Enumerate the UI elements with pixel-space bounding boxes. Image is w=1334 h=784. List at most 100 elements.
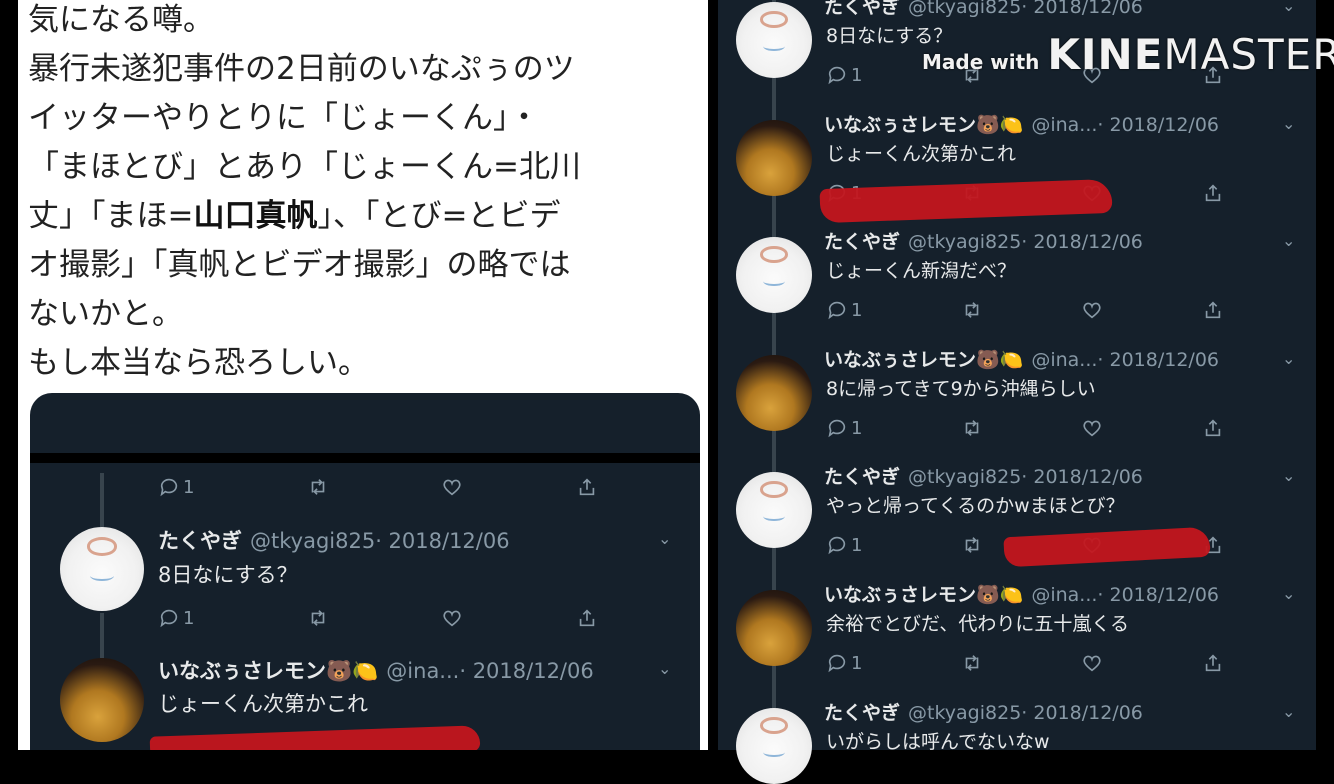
tweet-header: いなぶぅさレモン🐻🍋 @ina...· 2018/12/06 bbox=[824, 584, 1220, 606]
reply-button[interactable]: 1 bbox=[158, 607, 194, 629]
like-button[interactable] bbox=[441, 476, 463, 498]
heart-icon bbox=[441, 476, 463, 498]
retweet-icon bbox=[307, 607, 329, 629]
avatar[interactable] bbox=[60, 527, 144, 611]
avatar[interactable] bbox=[736, 120, 812, 196]
tweet-text: やっと帰ってくるのかwまほとび？ bbox=[826, 495, 1125, 517]
divider bbox=[30, 453, 700, 463]
action-row: 1 bbox=[826, 652, 1224, 674]
tweet-line: 暴行未遂犯事件の2日前のいなぷぅのツ bbox=[28, 51, 575, 87]
tweet-line: ないかと。 bbox=[28, 296, 183, 332]
avatar[interactable] bbox=[60, 658, 144, 742]
heart-icon bbox=[1081, 299, 1103, 321]
tweet-text: じょーくん新潟だべ？ bbox=[826, 260, 1017, 282]
reply-icon bbox=[826, 534, 848, 556]
avatar[interactable] bbox=[736, 237, 812, 313]
avatar[interactable] bbox=[736, 590, 812, 666]
tweet-header: たくやぎ @tkyagi825· 2018/12/06 bbox=[824, 466, 1143, 488]
reply-icon bbox=[158, 607, 180, 629]
embedded-screenshot: 1 たくやぎ @tkyagi825· 2018/12/06 ⌄ 8日なにする？ 1… bbox=[30, 393, 700, 750]
tweet-line: もし本当なら恐ろしい。 bbox=[28, 345, 369, 381]
reply-icon bbox=[826, 417, 848, 439]
reply-icon bbox=[826, 652, 848, 674]
tweet-line: 丈」「まほ=山口真帆」、「とび=とビデ bbox=[28, 198, 561, 234]
share-icon bbox=[576, 476, 598, 498]
share-button[interactable] bbox=[576, 607, 598, 629]
tweet-line: オ撮影」「真帆とビデオ撮影」の略では bbox=[28, 247, 571, 283]
retweet-button[interactable] bbox=[961, 417, 983, 439]
heart-icon bbox=[1081, 652, 1103, 674]
retweet-button[interactable] bbox=[961, 299, 983, 321]
chevron-down-icon[interactable]: ⌄ bbox=[1282, 349, 1295, 368]
retweet-icon bbox=[961, 534, 983, 556]
chevron-down-icon[interactable]: ⌄ bbox=[1282, 0, 1295, 15]
reply-button[interactable]: 1 bbox=[826, 64, 862, 86]
reply-button[interactable]: 1 bbox=[158, 476, 194, 498]
reply-button[interactable]: 1 bbox=[826, 299, 862, 321]
share-icon bbox=[576, 607, 598, 629]
retweet-button[interactable] bbox=[307, 607, 329, 629]
tweet-header: いなぶぅさレモン🐻🍋 @ina...· 2018/12/06 bbox=[824, 349, 1220, 371]
thread-line bbox=[100, 613, 104, 658]
like-button[interactable] bbox=[1081, 299, 1103, 321]
avatar[interactable] bbox=[736, 355, 812, 431]
kinemaster-watermark: Made with KINEMASTER bbox=[922, 30, 1334, 79]
retweet-button[interactable] bbox=[961, 652, 983, 674]
chevron-down-icon[interactable]: ⌄ bbox=[1282, 231, 1295, 250]
chevron-down-icon[interactable]: ⌄ bbox=[1282, 114, 1295, 133]
tweet-text: 余裕でとびだ、代わりに五十嵐くる bbox=[826, 613, 1130, 635]
avatar[interactable] bbox=[736, 708, 812, 784]
tweet-header: たくやぎ @tkyagi825· 2018/12/06 bbox=[824, 702, 1143, 724]
avatar[interactable] bbox=[736, 472, 812, 548]
reply-button[interactable]: 1 bbox=[826, 534, 862, 556]
share-button[interactable] bbox=[1202, 299, 1224, 321]
left-tweet-panel: 気になる噂。 暴行未遂犯事件の2日前のいなぷぅのツ イッターやりとりに「じょーく… bbox=[18, 0, 708, 750]
like-button[interactable] bbox=[441, 607, 463, 629]
reply-button[interactable]: 1 bbox=[826, 652, 862, 674]
like-button[interactable] bbox=[1081, 417, 1103, 439]
tweet-body: 気になる噂。 暴行未遂犯事件の2日前のいなぷぅのツ イッターやりとりに「じょーく… bbox=[28, 0, 698, 388]
share-icon bbox=[1202, 652, 1224, 674]
action-row: 1 bbox=[826, 417, 1224, 439]
tweet-text: 8日なにする？ bbox=[158, 563, 298, 587]
reply-icon bbox=[826, 299, 848, 321]
share-button[interactable] bbox=[1202, 417, 1224, 439]
retweet-button[interactable] bbox=[961, 534, 983, 556]
retweet-icon bbox=[961, 652, 983, 674]
tweet-header: たくやぎ @tkyagi825· 2018/12/06 bbox=[824, 0, 1143, 18]
tweet-text: じょーくん次第かこれ bbox=[158, 692, 368, 716]
retweet-icon bbox=[307, 476, 329, 498]
like-button[interactable] bbox=[1081, 652, 1103, 674]
share-button[interactable] bbox=[1202, 652, 1224, 674]
reply-icon bbox=[826, 64, 848, 86]
share-button[interactable] bbox=[1202, 182, 1224, 204]
chevron-down-icon[interactable]: ⌄ bbox=[1282, 466, 1295, 485]
red-highlight bbox=[149, 725, 481, 750]
chevron-down-icon[interactable]: ⌄ bbox=[658, 659, 671, 678]
retweet-button[interactable] bbox=[307, 476, 329, 498]
action-row: 1 bbox=[158, 607, 598, 629]
share-icon bbox=[1202, 182, 1224, 204]
tweet-line: 「まほとび」とあり「じょーくん=北川 bbox=[28, 149, 581, 185]
tweet-header: いなぶぅさレモン🐻🍋 @ina...· 2018/12/06 bbox=[158, 659, 594, 683]
tweet-header: たくやぎ @tkyagi825· 2018/12/06 bbox=[824, 231, 1143, 253]
share-icon bbox=[1202, 417, 1224, 439]
bold-name: 山口真帆 bbox=[193, 198, 318, 234]
chevron-down-icon[interactable]: ⌄ bbox=[658, 529, 671, 548]
share-button[interactable] bbox=[576, 476, 598, 498]
tweet-text: じょーくん次第かこれ bbox=[826, 143, 1017, 165]
reply-button[interactable]: 1 bbox=[826, 417, 862, 439]
avatar[interactable] bbox=[736, 2, 812, 78]
tweet-header: たくやぎ @tkyagi825· 2018/12/06 bbox=[158, 529, 510, 553]
retweet-icon bbox=[961, 299, 983, 321]
tweet-text: 8に帰ってきて9から沖縄らしい bbox=[826, 378, 1096, 400]
action-row: 1 bbox=[826, 299, 1224, 321]
chevron-down-icon[interactable]: ⌄ bbox=[1282, 702, 1295, 721]
tweet-header: いなぶぅさレモン🐻🍋 @ina...· 2018/12/06 bbox=[824, 114, 1220, 136]
thread-line bbox=[100, 473, 104, 528]
action-row: 1 bbox=[158, 476, 598, 498]
tweet-line: イッターやりとりに「じょーくん」・ bbox=[28, 100, 540, 136]
reply-icon bbox=[158, 476, 180, 498]
heart-icon bbox=[1081, 417, 1103, 439]
chevron-down-icon[interactable]: ⌄ bbox=[1282, 584, 1295, 603]
